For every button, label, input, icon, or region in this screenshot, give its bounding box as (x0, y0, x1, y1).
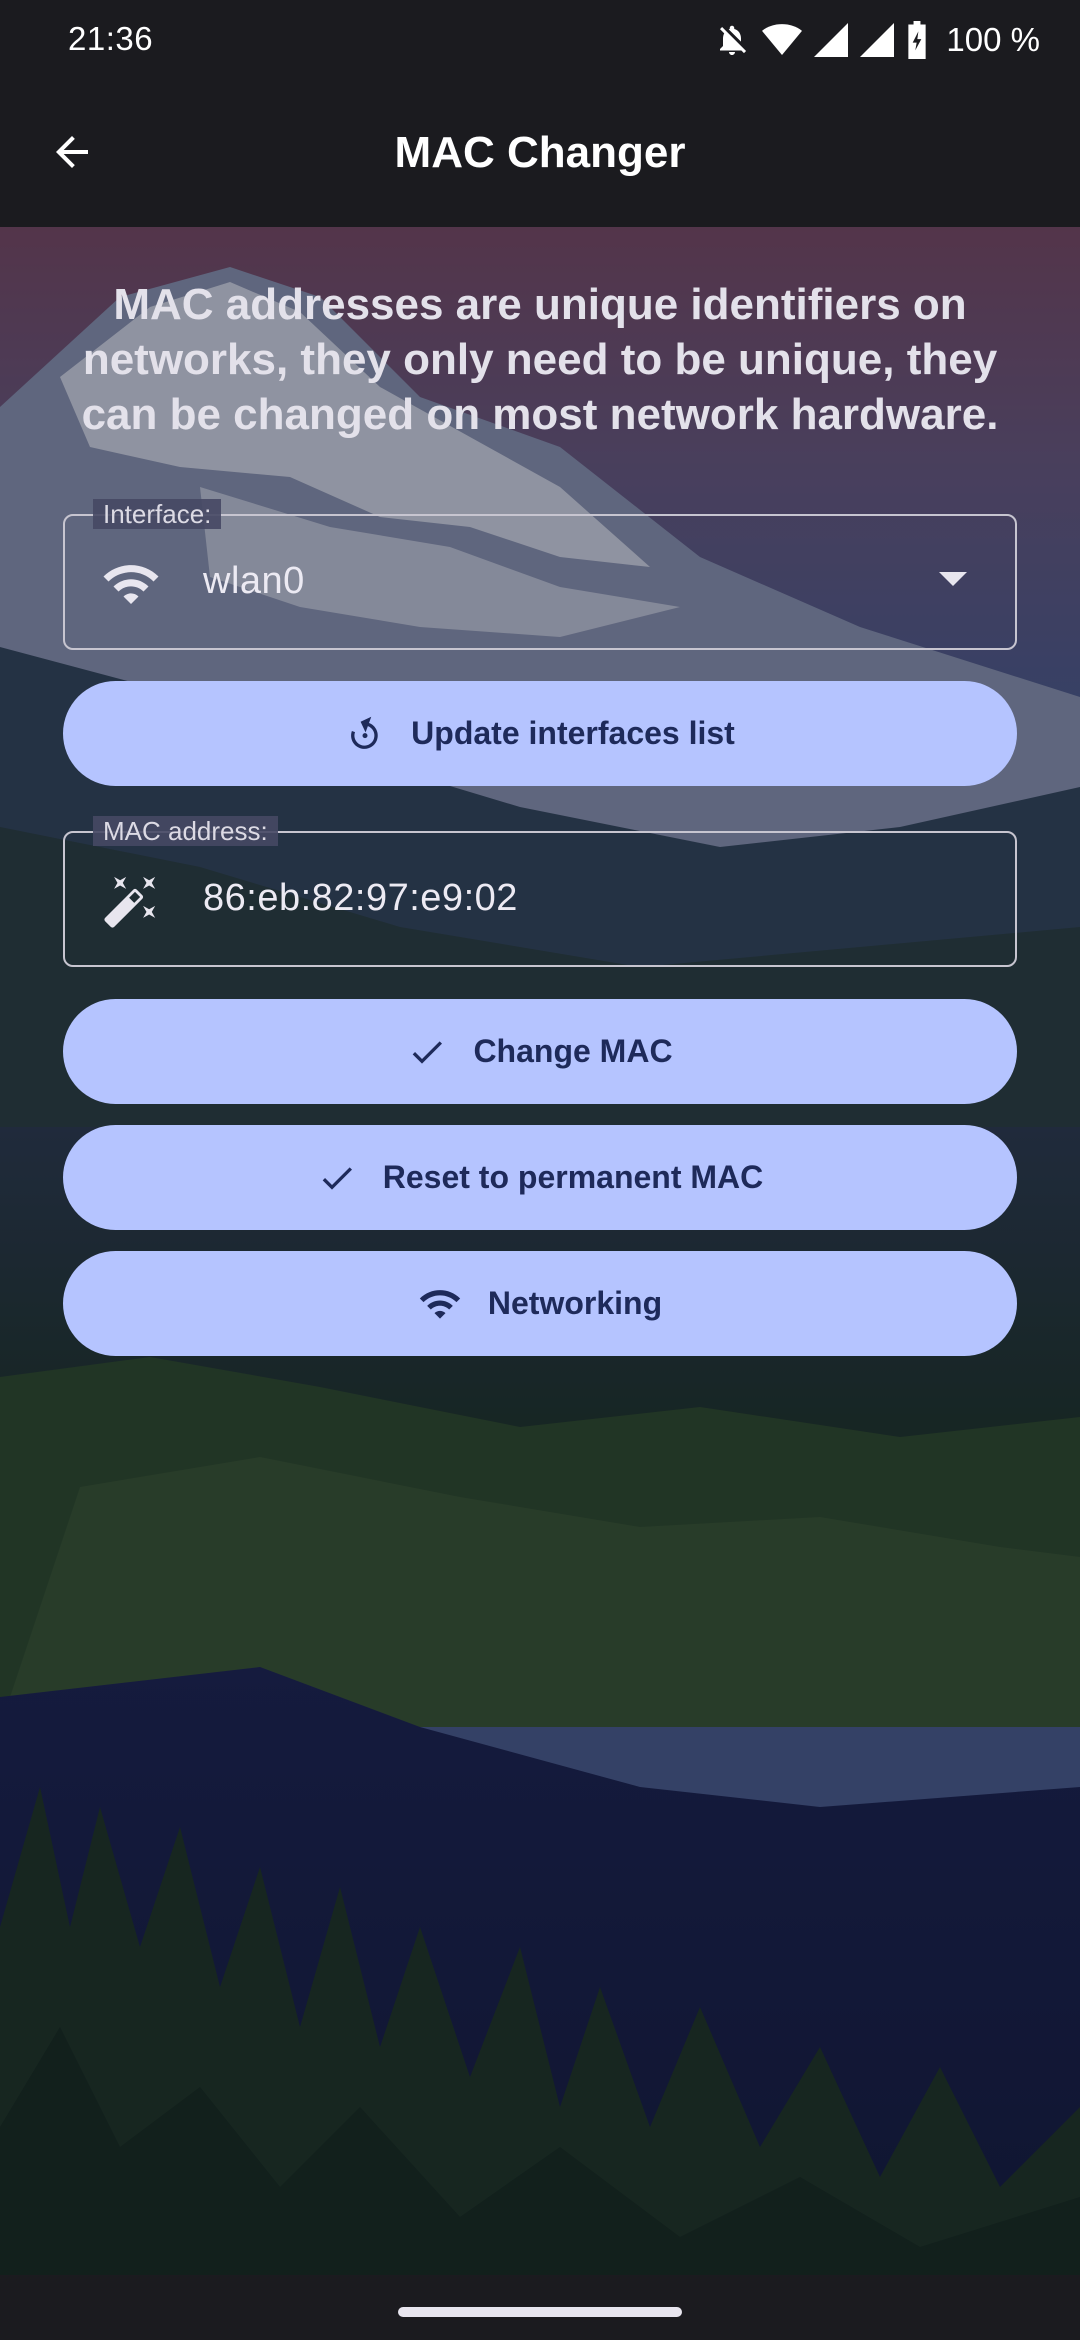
cellular-signal-icon (860, 23, 895, 57)
update-interfaces-button[interactable]: Update interfaces list (63, 681, 1017, 786)
wifi-icon (99, 552, 163, 616)
mac-address-label: MAC address: (93, 816, 278, 846)
mac-address-field[interactable]: MAC address: 86:eb:82:97:e9:02 (63, 816, 1017, 967)
reset-mac-button[interactable]: Reset to permanent MAC (63, 1125, 1017, 1230)
change-mac-label: Change MAC (473, 1033, 673, 1069)
cellular-signal-icon (814, 23, 849, 57)
networking-label: Networking (487, 1285, 663, 1321)
interface-label: Interface: (93, 499, 222, 529)
home-indicator[interactable] (398, 2307, 682, 2317)
wifi-icon (418, 1282, 462, 1326)
check-icon (317, 1158, 357, 1198)
status-time: 21:36 (68, 20, 154, 57)
page-title: MAC Changer (394, 128, 686, 177)
status-icons: 100 % (714, 18, 1040, 62)
refresh-icon (345, 714, 385, 754)
navigation-bar (0, 2275, 1080, 2340)
dropdown-arrow-icon (939, 572, 967, 586)
intro-text: MAC addresses are unique identifiers on … (81, 280, 999, 439)
check-icon (407, 1032, 447, 1072)
status-bar: 21:36 100 % (0, 0, 1080, 80)
wifi-icon (762, 22, 803, 58)
app-bar: MAC Changer (0, 80, 1080, 227)
update-interfaces-label: Update interfaces list (411, 715, 735, 751)
change-mac-button[interactable]: Change MAC (63, 999, 1017, 1104)
reset-mac-label: Reset to permanent MAC (382, 1159, 764, 1195)
networking-button[interactable]: Networking (63, 1251, 1017, 1356)
notifications-off-icon (714, 22, 750, 58)
battery-charging-icon (906, 21, 928, 59)
battery-percentage: 100 % (946, 21, 1040, 58)
mac-address-value[interactable]: 86:eb:82:97:e9:02 (203, 877, 518, 920)
interface-value: wlan0 (203, 560, 305, 602)
interface-dropdown[interactable]: Interface: wlan0 (63, 499, 1017, 650)
magic-wand-icon[interactable] (99, 869, 163, 933)
screen: 21:36 100 % MAC Changer MAC addresses ar… (0, 0, 1080, 2340)
